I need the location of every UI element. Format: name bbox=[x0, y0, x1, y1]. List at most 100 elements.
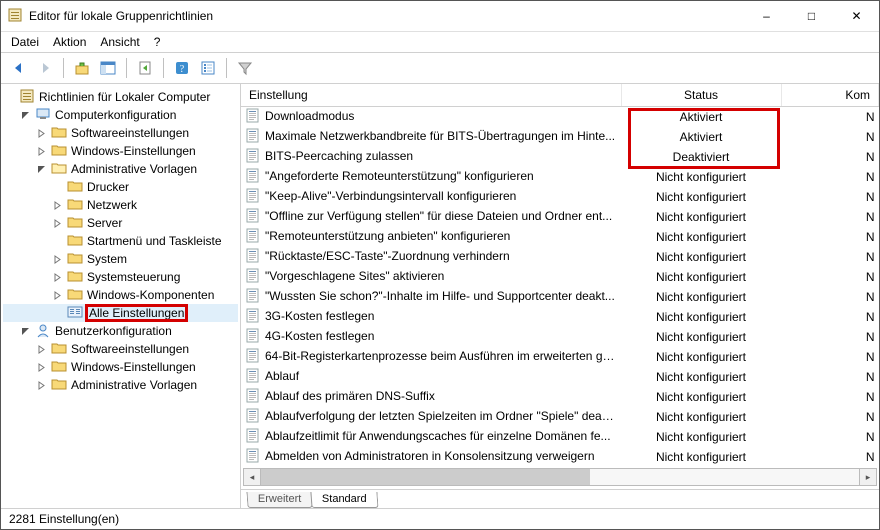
help-button[interactable]: ? bbox=[170, 56, 194, 80]
status-cell: Aktiviert bbox=[621, 127, 781, 147]
tree-user-admin-templates-label: Administrative Vorlagen bbox=[71, 378, 197, 392]
menubar: Datei Aktion Ansicht ? bbox=[1, 32, 879, 53]
expand-icon[interactable] bbox=[35, 147, 47, 156]
tree-system-icon bbox=[67, 251, 83, 267]
tab-extended[interactable]: Erweitert bbox=[246, 492, 313, 508]
window-title: Editor für lokale Gruppenrichtlinien bbox=[29, 9, 213, 23]
policy-item-icon bbox=[245, 348, 261, 366]
list-row[interactable]: AblaufNicht konfiguriertN bbox=[241, 367, 879, 387]
tree-pane[interactable]: Richtlinien für Lokaler Computer Computer… bbox=[1, 84, 241, 508]
filter-button[interactable] bbox=[233, 56, 257, 80]
scroll-right-button[interactable]: ▸ bbox=[859, 468, 877, 486]
expand-icon[interactable] bbox=[51, 201, 63, 210]
expand-icon[interactable] bbox=[35, 363, 47, 372]
close-button[interactable]: ✕ bbox=[834, 2, 879, 31]
collapse-icon[interactable] bbox=[19, 111, 31, 120]
maximize-button[interactable]: □ bbox=[789, 2, 834, 31]
export-button[interactable] bbox=[133, 56, 157, 80]
minimize-button[interactable]: – bbox=[744, 2, 789, 31]
tree-user-software-settings[interactable]: Softwareeinstellungen bbox=[3, 340, 238, 358]
expand-icon[interactable] bbox=[51, 255, 63, 264]
expand-icon[interactable] bbox=[51, 291, 63, 300]
setting-name: "Angeforderte Remoteunterstützung" konfi… bbox=[265, 169, 534, 183]
tree-user-software-settings-icon bbox=[51, 341, 67, 357]
properties-button[interactable] bbox=[196, 56, 220, 80]
scroll-left-button[interactable]: ◂ bbox=[243, 468, 261, 486]
tree-all-settings[interactable]: Alle Einstellungen bbox=[3, 304, 238, 322]
tree-root-node[interactable]: Richtlinien für Lokaler Computer bbox=[3, 88, 238, 106]
expand-icon[interactable] bbox=[51, 273, 63, 282]
list-row[interactable]: Abmelden von Administratoren in Konsolen… bbox=[241, 447, 879, 467]
tree-user-config[interactable]: Benutzerkonfiguration bbox=[3, 322, 238, 340]
list-row[interactable]: Ablaufzeitlimit für Anwendungscaches für… bbox=[241, 427, 879, 447]
up-button[interactable] bbox=[70, 56, 94, 80]
list-row[interactable]: "Remoteunterstützung anbieten" konfiguri… bbox=[241, 227, 879, 247]
menu-view[interactable]: Ansicht bbox=[100, 35, 139, 49]
menu-help[interactable]: ? bbox=[154, 35, 161, 49]
list-row[interactable]: 4G-Kosten festlegenNicht konfiguriertN bbox=[241, 327, 879, 347]
column-header-status[interactable]: Status bbox=[621, 84, 781, 107]
tree-user-windows-settings[interactable]: Windows-Einstellungen bbox=[3, 358, 238, 376]
tree-server-icon bbox=[67, 215, 83, 231]
tree-system[interactable]: System bbox=[3, 250, 238, 268]
tree-printers-icon bbox=[67, 179, 83, 195]
list-row[interactable]: Ablauf des primären DNS-SuffixNicht konf… bbox=[241, 387, 879, 407]
scroll-thumb[interactable] bbox=[261, 469, 590, 485]
list-row[interactable]: "Angeforderte Remoteunterstützung" konfi… bbox=[241, 167, 879, 187]
setting-name: 4G-Kosten festlegen bbox=[265, 329, 374, 343]
list-row[interactable]: 3G-Kosten festlegenNicht konfiguriertN bbox=[241, 307, 879, 327]
status-cell: Nicht konfiguriert bbox=[621, 207, 781, 227]
setting-name: Ablauf des primären DNS-Suffix bbox=[265, 389, 435, 403]
expand-icon[interactable] bbox=[35, 381, 47, 390]
status-cell: Nicht konfiguriert bbox=[621, 407, 781, 427]
list-row[interactable]: Ablaufverfolgung der letzten Spielzeiten… bbox=[241, 407, 879, 427]
collapse-icon[interactable] bbox=[19, 327, 31, 336]
tree-network-label: Netzwerk bbox=[87, 198, 137, 212]
list-row[interactable]: 64-Bit-Registerkartenprozesse beim Ausfü… bbox=[241, 347, 879, 367]
tab-standard[interactable]: Standard bbox=[311, 492, 379, 508]
menu-file[interactable]: Datei bbox=[11, 35, 39, 49]
tree-network[interactable]: Netzwerk bbox=[3, 196, 238, 214]
setting-cell: Ablaufzeitlimit für Anwendungscaches für… bbox=[241, 427, 621, 447]
tree-user-windows-settings-label: Windows-Einstellungen bbox=[71, 360, 196, 374]
collapse-icon[interactable] bbox=[35, 165, 47, 174]
column-header-setting[interactable]: Einstellung bbox=[241, 84, 621, 107]
list-row[interactable]: "Wussten Sie schon?"-Inhalte im Hilfe- u… bbox=[241, 287, 879, 307]
expand-icon[interactable] bbox=[35, 345, 47, 354]
policy-item-icon bbox=[245, 428, 261, 446]
setting-cell: Ablauf bbox=[241, 367, 621, 387]
tree-user-admin-templates[interactable]: Administrative Vorlagen bbox=[3, 376, 238, 394]
status-cell: Deaktiviert bbox=[621, 147, 781, 167]
show-hide-tree-button[interactable] bbox=[96, 56, 120, 80]
menu-action[interactable]: Aktion bbox=[53, 35, 86, 49]
list-row[interactable]: BITS-Peercaching zulassenDeaktiviertN bbox=[241, 147, 879, 167]
setting-name: BITS-Peercaching zulassen bbox=[265, 149, 413, 163]
list-row[interactable]: "Rücktaste/ESC-Taste"-Zuordnung verhinde… bbox=[241, 247, 879, 267]
list-row[interactable]: DownloadmodusAktiviertN bbox=[241, 107, 879, 128]
tree-admin-templates[interactable]: Administrative Vorlagen bbox=[3, 160, 238, 178]
tree-syscontrol[interactable]: Systemsteuerung bbox=[3, 268, 238, 286]
tree-windows-settings[interactable]: Windows-Einstellungen bbox=[3, 142, 238, 160]
column-header-comment[interactable]: Kom bbox=[781, 84, 879, 107]
back-button[interactable] bbox=[7, 56, 31, 80]
forward-button[interactable] bbox=[33, 56, 57, 80]
tree-server[interactable]: Server bbox=[3, 214, 238, 232]
list-view[interactable]: Einstellung Status Kom DownloadmodusAkti… bbox=[241, 84, 879, 467]
list-row[interactable]: Maximale Netzwerkbandbreite für BITS-Übe… bbox=[241, 127, 879, 147]
list-row[interactable]: "Keep-Alive"-Verbindungsintervall konfig… bbox=[241, 187, 879, 207]
tree-win-components[interactable]: Windows-Komponenten bbox=[3, 286, 238, 304]
setting-name: Maximale Netzwerkbandbreite für BITS-Übe… bbox=[265, 129, 615, 143]
tree-computer-config[interactable]: Computerkonfiguration bbox=[3, 106, 238, 124]
tree-printers[interactable]: Drucker bbox=[3, 178, 238, 196]
horizontal-scrollbar[interactable]: ◂ ▸ bbox=[243, 469, 877, 485]
expand-icon[interactable] bbox=[35, 129, 47, 138]
tree-startmenu[interactable]: Startmenü und Taskleiste bbox=[3, 232, 238, 250]
list-row[interactable]: "Vorgeschlagene Sites" aktivierenNicht k… bbox=[241, 267, 879, 287]
expand-icon[interactable] bbox=[51, 219, 63, 228]
tree-startmenu-icon bbox=[67, 233, 83, 249]
tree-software-settings[interactable]: Softwareeinstellungen bbox=[3, 124, 238, 142]
status-cell: Nicht konfiguriert bbox=[621, 307, 781, 327]
tree-root-node-label: Richtlinien für Lokaler Computer bbox=[39, 90, 210, 104]
list-row[interactable]: "Offline zur Verfügung stellen" für dies… bbox=[241, 207, 879, 227]
setting-name: Ablaufzeitlimit für Anwendungscaches für… bbox=[265, 429, 611, 443]
